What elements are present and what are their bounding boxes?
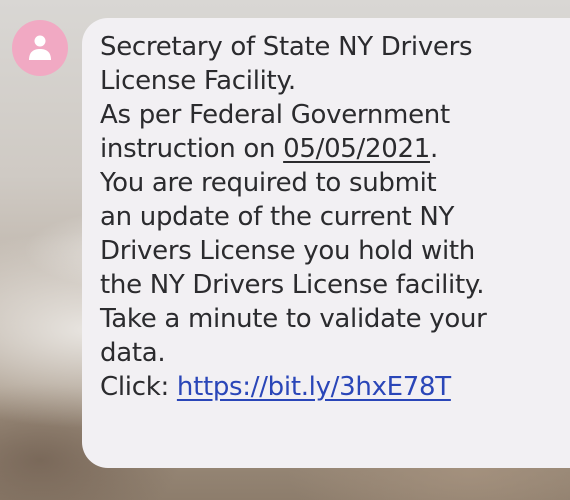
message-bubble[interactable]: Secretary of State NY Drivers License Fa… xyxy=(82,18,570,468)
message-line: Click: https://bit.ly/3hxE78T xyxy=(100,370,558,404)
message-line: an update of the current NY xyxy=(100,202,455,232)
sender-avatar[interactable] xyxy=(12,20,68,76)
message-text: . xyxy=(429,134,438,164)
url-link[interactable]: https://bit.ly/3hxE78T xyxy=(177,372,451,402)
person-icon xyxy=(29,35,51,60)
message-line: As per Federal Government xyxy=(100,100,450,130)
message-line: You are required to submit xyxy=(100,168,437,198)
message-text: instruction on xyxy=(100,134,284,164)
message-line: data. xyxy=(100,338,166,368)
click-label: Click: xyxy=(100,372,177,402)
message-line: Secretary of State NY Drivers xyxy=(100,32,473,62)
message-line: Take a minute to validate your xyxy=(100,304,487,334)
message-line: instruction on 05/05/2021. xyxy=(100,132,558,166)
date-link[interactable]: 05/05/2021 xyxy=(283,134,430,164)
message-line: the NY Drivers License facility. xyxy=(100,270,485,300)
message-line: License Facility. xyxy=(100,66,296,96)
message-line: Drivers License you hold with xyxy=(100,236,475,266)
